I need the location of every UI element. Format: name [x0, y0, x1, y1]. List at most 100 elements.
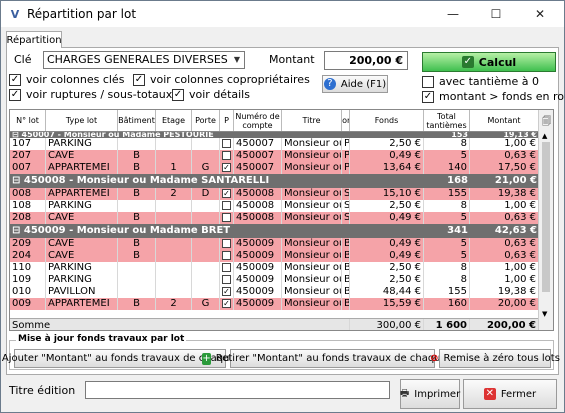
table-row[interactable]: 008 APPARTEMEI B 2 D ✓ 450008 Monsieur ou S 15,10… — [10, 188, 539, 200]
p-checkbox[interactable]: ✓ — [220, 188, 234, 200]
cell-etage — [156, 286, 192, 298]
montant-input[interactable]: 200,00 € — [324, 51, 408, 70]
column-header[interactable]: Bâtiment — [118, 110, 156, 131]
checkbox-box[interactable]: ✓ — [222, 286, 231, 296]
checkbox-box[interactable] — [222, 262, 231, 272]
cell-lot: 007 — [10, 162, 46, 174]
lots-table[interactable]: N° lot Type lot Bâtiment Etage Porte P Numéro … — [9, 109, 554, 331]
table-config-icon[interactable]: 🗐 — [542, 114, 551, 130]
tab-repartition[interactable]: Répartition — [6, 31, 62, 48]
table-row[interactable]: 009APPARTEMEIB2G✓450009Monsieur ouB15,59… — [10, 298, 539, 310]
voir-details-checkbox[interactable]: ✓ voir détails — [172, 88, 250, 101]
cell-bat: B — [118, 162, 156, 174]
calcul-button[interactable]: ✓ Calcul — [422, 52, 556, 72]
collapse-icon[interactable]: ⊟ — [12, 225, 24, 236]
montant-fonds-rouge-checkbox[interactable]: ✓ montant > fonds en rouge — [422, 90, 565, 103]
voir-colonnes-copro-checkbox[interactable]: ✓ voir colonnes copropriétaires — [133, 73, 310, 86]
p-checkbox[interactable]: ✓ — [220, 286, 234, 298]
cell-fonds: 0,49 € — [350, 212, 424, 224]
vertical-scrollbar[interactable]: 🗐 ▲ ▼ — [538, 110, 553, 330]
cle-select[interactable]: CHARGES GENERALES DIVERSES ▼ — [43, 51, 245, 69]
checkbox-box[interactable]: ✓ — [222, 188, 231, 198]
checkbox-box[interactable] — [222, 274, 231, 284]
voir-ruptures-checkbox[interactable]: ✓ voir ruptures / sous-totaux — [9, 88, 172, 101]
column-header[interactable]: Titre — [282, 110, 342, 131]
table-row[interactable]: 209CAVEB450009Monsieur ouB0,49 €50,63 € — [10, 238, 539, 250]
table-row[interactable]: 007 APPARTEMEI B 1 G ✓ 450007 Monsieur ou P 13,64… — [10, 162, 539, 174]
remise-zero-button[interactable]: ⊘ Remise à zéro tous lots — [430, 349, 560, 368]
table-row[interactable]: 204CAVEB450009Monsieur ouB0,49 €50,63 € — [10, 250, 539, 262]
cell-mont: 19,38 € — [470, 188, 539, 200]
scroll-up-icon[interactable]: ▲ — [542, 132, 547, 140]
ajouter-montant-button[interactable]: + Ajouter "Montant" au fonds travaux de … — [2, 349, 252, 368]
cell-porte: G — [192, 298, 220, 310]
minimize-button[interactable]: — — [433, 1, 473, 27]
checkbox-label: voir détails — [189, 88, 250, 101]
close-button[interactable]: ✕ — [520, 1, 560, 27]
column-header[interactable]: Nom — [342, 110, 350, 131]
table-row[interactable]: 208 CAVE B 450008 Monsieur ou S 0,49 €5 0,63 € — [10, 212, 539, 224]
remise-label: Remise à zéro tous lots — [443, 353, 560, 364]
p-checkbox[interactable]: ✓ — [220, 162, 234, 174]
cell-compte: 450008 — [234, 200, 282, 212]
cell-mont: 1,00 € — [470, 138, 539, 150]
table-row[interactable]: 107 PARKING 450007 Monsieur ou P 2,50 €8 1,00 … — [10, 138, 539, 150]
checkbox-box[interactable] — [222, 250, 231, 260]
column-header[interactable]: Numéro de compte — [234, 110, 282, 131]
checkbox-box[interactable] — [222, 200, 231, 210]
table-row[interactable]: 110PARKING 450009Monsieur ouB2,50 €81,00 … — [10, 262, 539, 274]
p-checkbox[interactable] — [220, 274, 234, 286]
table-row[interactable]: 108 PARKING 450008 Monsieur ou S 2,50 €8 1,00 … — [10, 200, 539, 212]
plus-icon: + — [202, 352, 211, 365]
checkbox-box[interactable] — [222, 150, 231, 160]
column-header[interactable]: P — [220, 110, 234, 131]
column-header[interactable]: Etage — [156, 110, 192, 131]
p-checkbox[interactable] — [220, 262, 234, 274]
table-row[interactable]: 109PARKING 450009Monsieur ouB2,50 €81,00 … — [10, 274, 539, 286]
column-header[interactable]: Montant — [470, 110, 539, 131]
aide-button[interactable]: ? Aide (F1) — [322, 75, 388, 93]
titre-edition-input[interactable] — [85, 381, 390, 399]
group-montant: 21,00 € — [494, 175, 537, 186]
cell-fonds: 0,49 € — [350, 238, 424, 250]
checkbox-box[interactable]: ✓ — [222, 298, 231, 308]
p-checkbox[interactable] — [220, 200, 234, 212]
checkbox-box[interactable] — [222, 212, 231, 222]
p-checkbox[interactable] — [220, 212, 234, 224]
retirer-montant-button[interactable]: + Retirer "Montant" au fonds travaux de … — [202, 349, 463, 368]
column-header[interactable]: Porte — [192, 110, 220, 131]
checkbox-box[interactable]: ✓ — [222, 162, 231, 172]
voir-colonnes-cles-checkbox[interactable]: ✓ voir colonnes clés — [9, 73, 124, 86]
scroll-thumb[interactable] — [542, 142, 550, 292]
column-header[interactable]: Fonds — [350, 110, 424, 131]
collapse-icon[interactable]: ⊟ — [12, 175, 24, 186]
checkbox-box[interactable] — [222, 138, 231, 148]
group-header-row[interactable]: ⊟ 450008 - Monsieur ou Madame SANTARELLI… — [10, 174, 539, 188]
cell-lot: 107 — [10, 138, 46, 150]
imprimer-button[interactable]: 🖶 Imprimer — [400, 379, 460, 409]
maximize-button[interactable]: ☐ — [476, 1, 516, 27]
cell-tant: 5 — [424, 212, 470, 224]
fermer-button[interactable]: ✕ Fermer — [463, 379, 557, 409]
p-checkbox[interactable] — [220, 250, 234, 262]
scroll-down-icon[interactable]: ▼ — [542, 310, 547, 318]
group-montant: 42,63 € — [494, 225, 537, 236]
column-header[interactable]: Total tantièmes — [424, 110, 470, 131]
p-checkbox[interactable]: ✓ — [220, 298, 234, 310]
cell-titre: Monsieur ou — [284, 274, 342, 286]
tantieme-zero-checkbox[interactable]: avec tantième à 0 — [422, 75, 539, 88]
p-checkbox[interactable] — [220, 238, 234, 250]
column-header[interactable]: Type lot — [46, 110, 118, 131]
cell-type: PARKING — [46, 274, 118, 286]
table-row[interactable]: 010PAVILLON ✓450009Monsieur ouB48,44 €155… — [10, 286, 539, 298]
column-header[interactable]: N° lot — [10, 110, 46, 131]
checkbox-box[interactable] — [222, 238, 231, 248]
table-row[interactable]: 207 CAVE B 450007 Monsieur ou P 0,49 €5 0,63 € — [10, 150, 539, 162]
p-checkbox[interactable] — [220, 150, 234, 162]
cell-type: PARKING — [46, 200, 118, 212]
cell-tant: 8 — [424, 262, 470, 274]
p-checkbox[interactable] — [220, 138, 234, 150]
cell-nom: B — [342, 250, 350, 262]
cell-etage: 2 — [156, 188, 192, 200]
group-header-row[interactable]: ⊟ 450009 - Monsieur ou Madame BRET 341 42,… — [10, 224, 539, 238]
